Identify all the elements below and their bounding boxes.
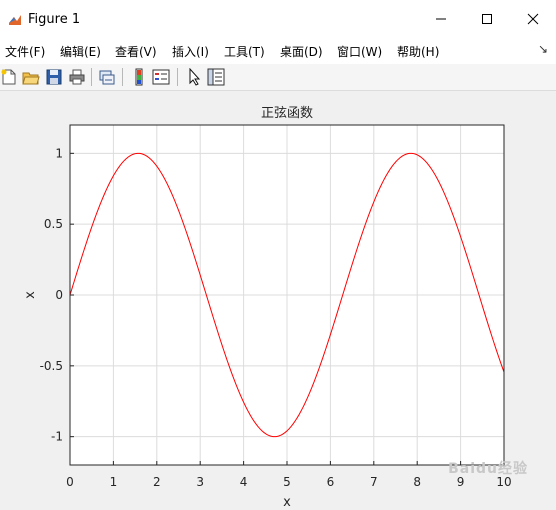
y-tick-label: -0.5: [40, 359, 63, 373]
x-tick-label: 2: [153, 475, 161, 489]
menu-window[interactable]: 窗口(W): [337, 43, 382, 60]
menu-edit[interactable]: 编辑(E): [60, 43, 101, 60]
x-tick-label: 5: [283, 475, 291, 489]
minimize-icon: [436, 18, 446, 20]
menu-bar: 文件(F) 编辑(E) 查看(V) 插入(I) 工具(T) 桌面(D) 窗口(W…: [0, 38, 556, 64]
property-inspector-icon[interactable]: [207, 68, 225, 86]
y-tick-label: 1: [55, 146, 63, 160]
x-tick-label: 6: [327, 475, 335, 489]
new-figure-icon[interactable]: [0, 68, 18, 86]
toolbar-divider: [91, 68, 92, 86]
window-title: Figure 1: [28, 12, 81, 27]
x-tick-label: 4: [240, 475, 248, 489]
y-tick-label: 0: [55, 288, 63, 302]
open-file-icon[interactable]: [22, 68, 40, 86]
x-tick-label: 3: [196, 475, 204, 489]
close-icon: [527, 13, 539, 25]
menu-desktop[interactable]: 桌面(D): [280, 43, 323, 60]
link-plot-icon[interactable]: [98, 68, 116, 86]
sine-chart: 0 1 2 3 4 5 6 7 8 9 10-1-0.500.51 正弦函数 x x: [23, 105, 512, 510]
menu-file[interactable]: 文件(F): [5, 43, 45, 60]
maximize-button[interactable]: [464, 0, 510, 38]
y-tick-label: 0.5: [44, 217, 63, 231]
figure-canvas: 0 1 2 3 4 5 6 7 8 9 10 -1 -0.5 0 0.5 1 正弦函数 x x Baidu经验: [0, 91, 556, 510]
maximize-icon: [482, 14, 492, 24]
matlab-logo-icon: [9, 15, 21, 25]
menu-view[interactable]: 查看(V): [115, 43, 157, 60]
toolbar-divider: [122, 68, 123, 86]
menu-tools[interactable]: 工具(T): [224, 43, 265, 60]
title-bar: Figure 1: [0, 0, 556, 39]
y-axis-label: x: [23, 291, 38, 299]
x-tick-label: 7: [370, 475, 378, 489]
legend-icon[interactable]: [152, 68, 170, 86]
toolbar-divider: [177, 68, 178, 86]
watermark: Baidu经验: [448, 461, 528, 477]
x-axis-label: x: [283, 495, 291, 506]
y-tick-label: -1: [51, 430, 63, 444]
colorbar-icon[interactable]: [130, 68, 148, 86]
x-tick-label: 0: [66, 475, 74, 489]
print-icon[interactable]: [68, 68, 86, 86]
menu-insert[interactable]: 插入(I): [172, 43, 209, 60]
toolbar: [0, 64, 556, 91]
arrow-icon[interactable]: ↘: [538, 42, 548, 56]
edit-plot-icon[interactable]: [186, 68, 204, 86]
minimize-button[interactable]: [418, 0, 464, 38]
menu-help[interactable]: 帮助(H): [397, 43, 439, 60]
x-tick-label: 1: [110, 475, 118, 489]
close-button[interactable]: [510, 0, 556, 38]
save-icon[interactable]: [45, 68, 63, 86]
chart-title: 正弦函数: [261, 105, 313, 121]
x-tick-label: 8: [413, 475, 421, 489]
